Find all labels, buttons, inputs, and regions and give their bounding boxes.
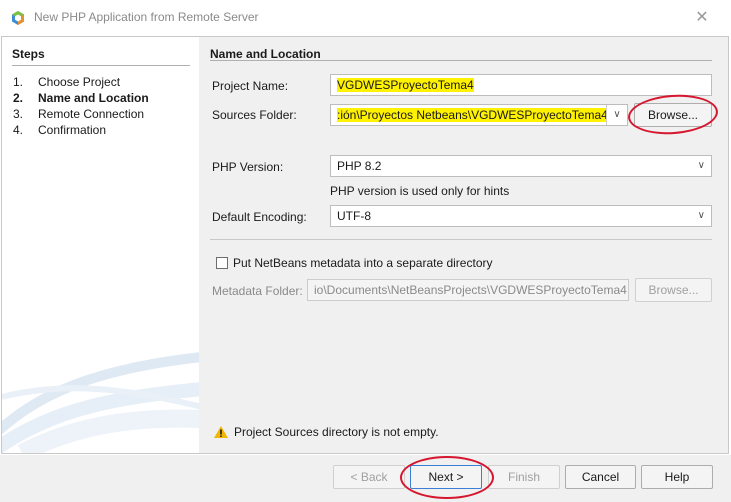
project-name-label: Project Name: [212,79,289,93]
project-name-value: VGDWESProyectoTema4 [337,78,474,92]
php-version-hint: PHP version is used only for hints [330,184,510,198]
metadata-checkbox[interactable] [216,257,228,269]
step-name-and-location: 2. Name and Location [13,91,149,105]
section-divider [210,60,712,61]
warning-icon [214,426,228,438]
metadata-folder-label: Metadata Folder: [212,284,303,298]
sources-folder-label: Sources Folder: [212,108,297,122]
help-button[interactable]: Help [641,465,713,489]
cancel-button[interactable]: Cancel [565,465,636,489]
sources-folder-field[interactable]: :ión\Proyectos Netbeans\VGDWESProyectoTe… [330,104,628,126]
title-bar: New PHP Application from Remote Server ✕ [0,0,731,36]
separator [210,239,712,240]
metadata-checkbox-label[interactable]: Put NetBeans metadata into a separate di… [233,256,492,270]
encoding-label: Default Encoding: [212,210,307,224]
finish-button[interactable]: Finish [488,465,560,489]
steps-title: Steps [12,47,45,61]
close-icon[interactable]: ✕ [690,6,714,30]
netbeans-cube-icon [12,11,24,25]
warning-message: Project Sources directory is not empty. [234,425,439,439]
step-label: Confirmation [38,123,107,137]
step-label: Remote Connection [38,107,145,121]
step-number: 1. [13,75,24,89]
wizard-footer: < Back Next > Finish Cancel Help [0,455,731,502]
step-number: 4. [13,123,24,137]
chevron-down-icon: ∨ [697,210,705,221]
steps-panel: Steps 1. Choose Project 2. Name and Locati… [2,37,199,453]
php-version-value: PHP 8.2 [337,159,382,173]
encoding-select[interactable]: UTF-8 ∨ [330,205,712,227]
step-label: Choose Project [38,75,121,89]
wizard-watermark-graphic [2,352,199,453]
browse-metadata-button[interactable]: Browse... [635,278,712,302]
step-label: Name and Location [38,91,149,105]
steps-divider [12,65,190,66]
encoding-value: UTF-8 [337,209,371,223]
php-version-select[interactable]: PHP 8.2 ∨ [330,155,712,177]
sources-folder-value: :ión\Proyectos Netbeans\VGDWESProyectoTe… [337,108,608,122]
step-number: 2. [13,91,24,105]
chevron-down-icon: ∨ [697,160,705,171]
step-remote-connection: 3. Remote Connection [13,107,144,121]
php-version-label: PHP Version: [212,160,284,174]
step-confirmation: 4. Confirmation [13,123,106,137]
metadata-folder-field[interactable]: io\Documents\NetBeansProjects\VGDWESProy… [307,279,629,301]
step-number: 3. [13,107,24,121]
back-button[interactable]: < Back [333,465,405,489]
window-title: New PHP Application from Remote Server [34,10,259,24]
step-choose-project: 1. Choose Project [13,75,120,89]
chevron-down-icon[interactable]: ∨ [606,105,627,125]
project-name-field[interactable]: VGDWESProyectoTema4 [330,74,712,96]
section-title: Name and Location [210,47,321,61]
annotation-circle-next [400,456,494,499]
